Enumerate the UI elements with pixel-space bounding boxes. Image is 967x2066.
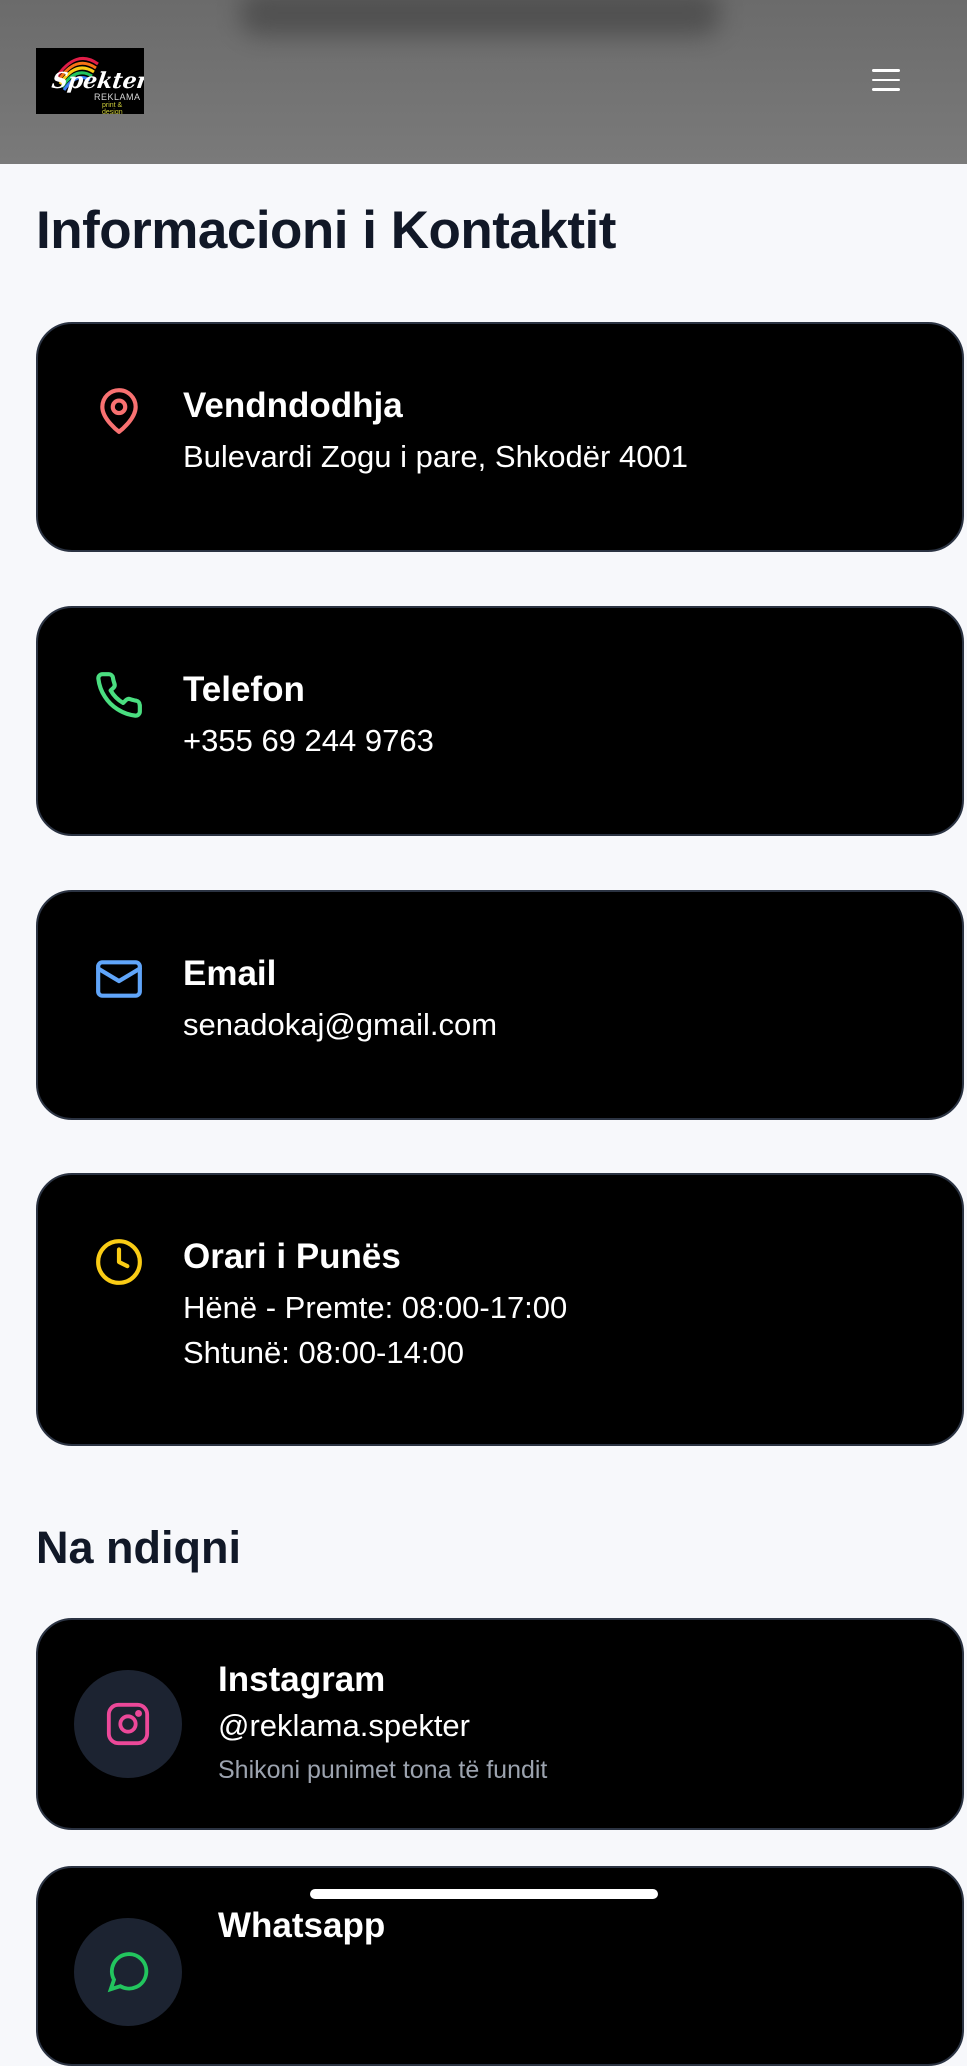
hours-saturday: Shtunë: 08:00-14:00 [183,1335,464,1370]
follow-section-title: Na ndiqni [36,1522,241,1573]
logo-subtitle: REKLAMA [94,92,141,102]
brand-logo[interactable]: Spekter REKLAMA print & design [36,48,144,114]
social-description: Shikoni punimet tona të fundit [218,1756,548,1784]
top-header: Spekter REKLAMA print & design [0,0,967,164]
social-handle: @reklama.spekter [218,1708,470,1743]
header-blur [240,0,720,36]
logo-text: Spekter [50,68,144,94]
whatsapp-icon [107,1952,149,1993]
hamburger-menu-icon[interactable] [866,62,906,98]
instagram-icon-circle [74,1670,182,1778]
mail-icon [96,960,142,998]
contact-card-email[interactable]: Email senadokaj@gmail.com [36,890,964,1120]
map-pin-icon [100,388,138,434]
social-title: Instagram [218,1660,386,1699]
contact-title: Orari i Punës [183,1237,401,1276]
social-card-instagram[interactable]: Instagram @reklama.spekter Shikoni punim… [36,1618,964,1830]
contact-title: Vendndodhja [183,386,403,425]
contact-title: Telefon [183,670,305,709]
hours-weekdays: Hënë - Premte: 08:00-17:00 [183,1290,568,1325]
home-indicator [310,1889,658,1899]
contact-card-location: Vendndodhja Bulevardi Zogu i pare, Shkod… [36,322,964,552]
contact-card-hours: Orari i Punës Hënë - Premte: 08:00-17:00… [36,1173,964,1446]
page-title: Informacioni i Kontaktit [36,201,616,260]
whatsapp-icon-circle [74,1918,182,2026]
contact-title: Email [183,954,277,993]
phone-icon [96,672,142,718]
contact-value: +355 69 244 9763 [183,723,434,758]
clock-icon [96,1239,142,1285]
contact-value: senadokaj@gmail.com [183,1007,498,1042]
contact-value: Bulevardi Zogu i pare, Shkodër 4001 [183,439,688,474]
contact-card-phone[interactable]: Telefon +355 69 244 9763 [36,606,964,836]
logo-tagline: print & design [102,102,123,114]
social-title: Whatsapp [218,1906,386,1945]
instagram-icon [106,1702,150,1746]
